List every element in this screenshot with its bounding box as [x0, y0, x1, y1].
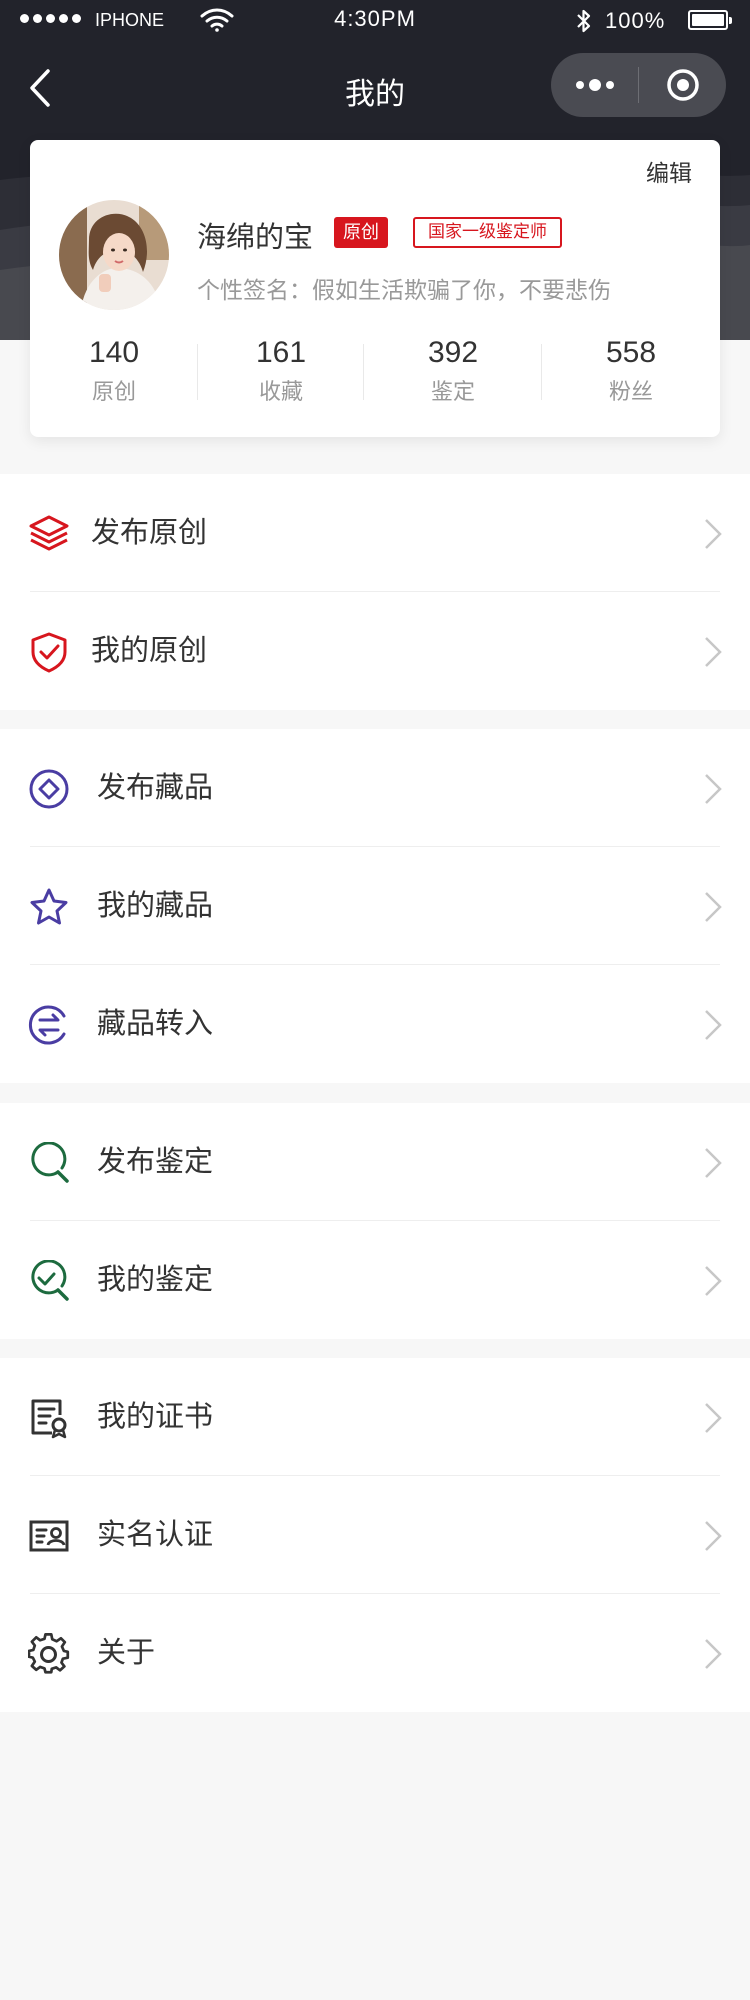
diamond-circle-icon [29, 769, 69, 809]
stats-row: 140 原创 161 收藏 392 鉴定 558 粉丝 [30, 336, 720, 406]
chevron-right-icon [705, 892, 722, 922]
menu-item-label: 发布鉴定 [97, 1144, 214, 1178]
avatar-portrait-image [59, 200, 169, 310]
magnifier-icon [31, 1142, 69, 1183]
stat-label: 鉴定 [430, 380, 475, 405]
appraiser-level-badge: 国家一级鉴定师 [413, 217, 562, 248]
menu-item-label: 我的鉴定 [97, 1262, 214, 1296]
stat-value: 140 [88, 336, 140, 369]
chevron-right-icon [705, 1010, 722, 1040]
menu-group-appraisal: 发布鉴定 我的鉴定 [0, 1103, 750, 1339]
menu-item-label: 我的证书 [97, 1399, 214, 1433]
menu-item-my-appraisal[interactable]: 我的鉴定 [0, 1221, 750, 1339]
menu-item-publish-original[interactable]: 发布原创 [0, 474, 750, 592]
transfer-icon [28, 1005, 66, 1045]
menu-item-label: 发布原创 [91, 515, 208, 549]
magnifier-check-icon [31, 1260, 69, 1301]
stat-original[interactable]: 140 原创 [30, 336, 198, 406]
chevron-right-icon [705, 774, 722, 804]
stat-value: 392 [427, 336, 479, 369]
original-badge: 原创 [334, 217, 388, 248]
menu-item-label: 发布藏品 [97, 770, 214, 804]
stat-value: 558 [605, 336, 657, 369]
menu-group-original: 发布原创 我的原创 [0, 474, 750, 710]
chevron-right-icon [705, 519, 722, 549]
certificate-icon [31, 1399, 67, 1439]
navigation-bar: 我的 [0, 45, 750, 130]
more-menu-button[interactable] [551, 53, 638, 117]
personal-signature: 个性签名：假如生活欺骗了你，不要悲伤 [197, 278, 611, 304]
stat-label: 收藏 [258, 380, 303, 405]
user-name: 海绵的宝 [197, 220, 314, 254]
edit-profile-button[interactable]: 编辑 [646, 154, 692, 188]
menu-item-label: 我的原创 [91, 633, 208, 667]
profile-card: 编辑 海绵的宝 原创 国家一级鉴定师 个性签名：假如生活欺骗了你，不要悲伤 14… [30, 140, 720, 437]
id-card-icon [29, 1520, 69, 1552]
stat-favorites[interactable]: 161 收藏 [198, 336, 364, 406]
menu-item-label: 实名认证 [97, 1517, 214, 1551]
layers-icon [29, 515, 69, 551]
chevron-right-icon [705, 637, 722, 667]
target-circle-icon [666, 69, 699, 101]
battery-icon [688, 10, 732, 30]
shield-check-icon [31, 632, 67, 673]
bluetooth-icon [577, 9, 591, 33]
chevron-right-icon [705, 1639, 722, 1669]
menu-item-label: 藏品转入 [97, 1006, 214, 1040]
menu-group-collection: 发布藏品 我的藏品 藏品转入 [0, 729, 750, 1083]
menu-item-publish-collection[interactable]: 发布藏品 [0, 729, 750, 847]
close-mini-program-button[interactable] [639, 53, 726, 117]
stat-label: 原创 [91, 380, 136, 405]
stat-followers[interactable]: 558 粉丝 [542, 336, 720, 406]
menu-item-real-name-verification[interactable]: 实名认证 [0, 1476, 750, 1594]
stat-label: 粉丝 [608, 380, 653, 405]
menu-group-account: 我的证书 实名认证 关于 [0, 1358, 750, 1712]
menu-item-label: 我的藏品 [97, 888, 214, 922]
chevron-right-icon [705, 1266, 722, 1296]
more-dots-icon [575, 81, 584, 89]
menu-item-publish-appraisal[interactable]: 发布鉴定 [0, 1103, 750, 1221]
mini-program-capsule [551, 53, 726, 117]
status-bar: IPHONE 4:30PM 100% [0, 0, 750, 42]
menu-item-my-certificates[interactable]: 我的证书 [0, 1358, 750, 1476]
avatar[interactable] [59, 200, 169, 310]
chevron-right-icon [705, 1148, 722, 1178]
stat-value: 161 [255, 336, 307, 369]
menu-item-my-collection[interactable]: 我的藏品 [0, 847, 750, 965]
chevron-right-icon [705, 1403, 722, 1433]
menu-item-my-original[interactable]: 我的原创 [0, 592, 750, 710]
menu-item-label: 关于 [97, 1635, 156, 1669]
star-icon [30, 888, 68, 925]
menu-item-about[interactable]: 关于 [0, 1594, 750, 1712]
chevron-right-icon [705, 1521, 722, 1551]
stat-appraisals[interactable]: 392 鉴定 [364, 336, 542, 406]
battery-percentage: 100% [605, 8, 666, 33]
menu-item-transfer-collection[interactable]: 藏品转入 [0, 965, 750, 1083]
gear-icon [28, 1633, 70, 1674]
